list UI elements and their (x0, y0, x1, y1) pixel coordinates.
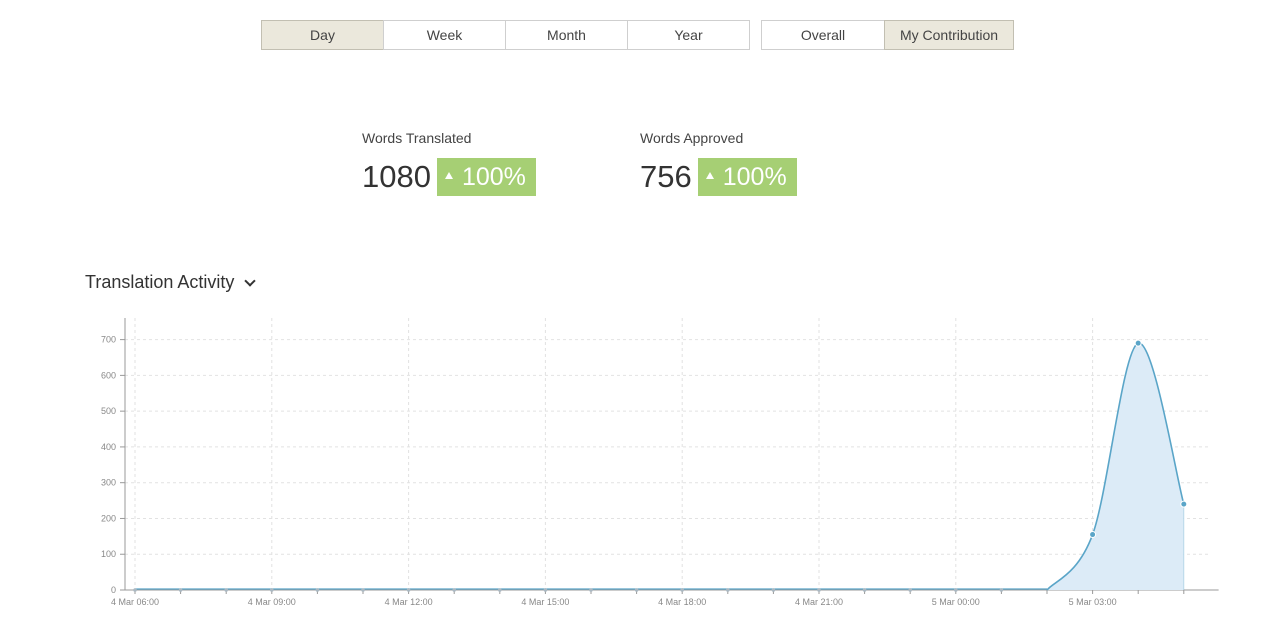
data-point (1180, 500, 1188, 508)
time-range-tabs: Day Week Month Year (261, 20, 750, 50)
data-point-zero (361, 588, 365, 592)
data-point-zero (999, 588, 1004, 592)
data-point-zero (270, 588, 274, 592)
change-percent: 100% (722, 162, 787, 191)
data-point-zero (178, 588, 183, 592)
x-tick-label: 4 Mar 15:00 (521, 597, 569, 607)
y-tick-label: 300 (101, 478, 116, 488)
y-tick-label: 200 (101, 513, 116, 523)
stat-value: 1080 (362, 159, 431, 194)
data-point-zero (406, 588, 411, 592)
y-tick-label: 100 (101, 549, 116, 559)
y-tick-label: 500 (101, 406, 116, 416)
tab-week[interactable]: Week (383, 20, 506, 50)
tab-month[interactable]: Month (505, 20, 628, 50)
change-badge: 100% (697, 158, 797, 196)
tab-day[interactable]: Day (261, 20, 384, 50)
chevron-down-icon (244, 274, 257, 287)
triangle-up-icon (444, 171, 453, 179)
x-tick-label: 4 Mar 21:00 (795, 597, 843, 607)
data-point-zero (817, 588, 821, 592)
data-point-zero (771, 588, 776, 592)
stat-value: 756 (640, 159, 692, 194)
stat-label: Words Translated (362, 130, 472, 146)
data-point-zero (862, 588, 867, 592)
y-tick-label: 0 (111, 585, 116, 595)
stat-words-translated: Words Translated 1080 100% (362, 130, 536, 196)
translation-activity-toggle[interactable]: Translation Activity (85, 272, 257, 293)
data-point-zero (954, 588, 958, 592)
triangle-up-icon (705, 171, 714, 179)
x-tick-label: 4 Mar 06:00 (111, 597, 159, 607)
stat-label: Words Approved (640, 130, 744, 146)
scope-tabs: Overall My Contribution (761, 20, 1014, 50)
data-point-zero (498, 588, 502, 592)
data-point-zero (133, 588, 137, 592)
data-point-zero (543, 588, 548, 592)
y-tick-label: 600 (101, 370, 116, 380)
data-point-zero (726, 588, 730, 592)
x-tick-label: 4 Mar 12:00 (385, 597, 433, 607)
translation-activity-chart: 0 100 200 300 400 500 600 700 4 Mar 06:00 4 Mar 0… (101, 318, 1219, 607)
y-tick-label: 700 (101, 335, 116, 345)
data-point-zero (680, 588, 684, 592)
section-title: Translation Activity (85, 272, 235, 292)
tab-year[interactable]: Year (627, 20, 750, 50)
data-point-zero (224, 588, 228, 592)
series-area (1047, 343, 1184, 590)
data-point-zero (908, 588, 912, 592)
data-point-zero (315, 588, 320, 592)
change-percent: 100% (461, 162, 526, 191)
data-point-zero (452, 588, 457, 592)
x-tick-label: 5 Mar 00:00 (932, 597, 980, 607)
change-badge: 100% (436, 158, 536, 196)
data-point-zero (634, 588, 639, 592)
x-tick-label: 4 Mar 18:00 (658, 597, 706, 607)
data-point (1134, 339, 1142, 347)
tab-my-contribution[interactable]: My Contribution (884, 20, 1014, 50)
data-point (1089, 531, 1097, 539)
stat-words-approved: Words Approved 756 100% (640, 130, 797, 196)
y-tick-label: 400 (101, 442, 116, 452)
tab-overall[interactable]: Overall (761, 20, 885, 50)
x-tick-label: 4 Mar 09:00 (248, 597, 296, 607)
data-point-zero (589, 588, 593, 592)
x-tick-label: 5 Mar 03:00 (1069, 597, 1117, 607)
